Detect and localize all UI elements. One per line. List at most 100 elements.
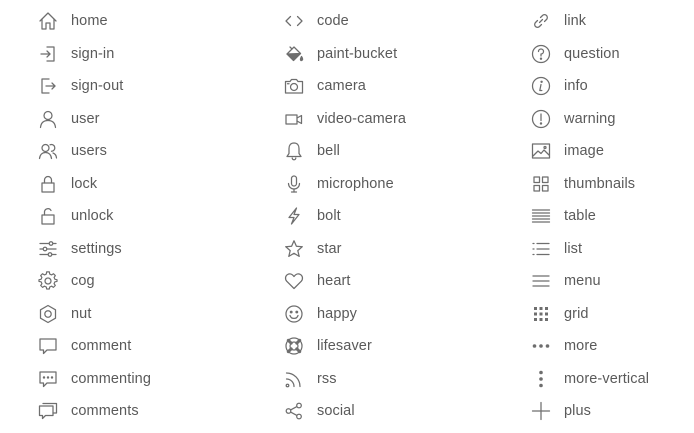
icon-item-comment[interactable]: comment <box>37 330 277 363</box>
icon-label: sign-in <box>71 45 115 62</box>
icon-item-camera[interactable]: camera <box>283 70 523 103</box>
icon-item-sign-out[interactable]: sign-out <box>37 70 277 103</box>
icon-label: heart <box>317 273 351 290</box>
icon-item-home[interactable]: home <box>37 5 277 38</box>
icon-item-image[interactable]: image <box>530 135 694 168</box>
icon-item-bolt[interactable]: bolt <box>283 200 523 233</box>
icon-item-user[interactable]: user <box>37 103 277 136</box>
icon-item-happy[interactable]: happy <box>283 298 523 331</box>
icon-label: warning <box>564 110 616 127</box>
heart-icon <box>283 270 305 292</box>
question-icon <box>530 43 552 65</box>
icon-item-code[interactable]: code <box>283 5 523 38</box>
icon-item-grid[interactable]: grid <box>530 298 694 331</box>
comments-icon <box>37 400 59 422</box>
camera-icon <box>283 75 305 97</box>
icon-item-warning[interactable]: warning <box>530 103 694 136</box>
icon-item-more-vertical[interactable]: more-vertical <box>530 363 694 396</box>
commenting-icon <box>37 368 59 390</box>
icon-item-unlock[interactable]: unlock <box>37 200 277 233</box>
icon-label: comment <box>71 338 132 355</box>
icon-item-lifesaver[interactable]: lifesaver <box>283 330 523 363</box>
icon-label: cog <box>71 273 95 290</box>
grid-icon <box>530 303 552 325</box>
list-icon <box>530 238 552 260</box>
icon-item-social[interactable]: social <box>283 395 523 428</box>
lock-icon <box>37 173 59 195</box>
icon-label: sign-out <box>71 78 124 95</box>
icon-grid: home sign-in sign-out user users lock un… <box>0 0 694 433</box>
comment-icon <box>37 335 59 357</box>
info-icon <box>530 75 552 97</box>
icon-item-microphone[interactable]: microphone <box>283 168 523 201</box>
unlock-icon <box>37 205 59 227</box>
users-icon <box>37 140 59 162</box>
icon-item-bell[interactable]: bell <box>283 135 523 168</box>
table-icon <box>530 205 552 227</box>
icon-item-comments[interactable]: comments <box>37 395 277 428</box>
link-icon <box>530 10 552 32</box>
warning-icon <box>530 108 552 130</box>
icon-label: bolt <box>317 208 341 225</box>
icon-label: lock <box>71 175 98 192</box>
icon-label: menu <box>564 273 601 290</box>
icon-label: bell <box>317 143 340 160</box>
sign-in-icon <box>37 43 59 65</box>
icon-item-question[interactable]: question <box>530 38 694 71</box>
icon-label: star <box>317 240 342 257</box>
icon-item-sign-in[interactable]: sign-in <box>37 38 277 71</box>
more-icon <box>530 335 552 357</box>
icon-item-rss[interactable]: rss <box>283 363 523 396</box>
settings-icon <box>37 238 59 260</box>
icon-item-list[interactable]: list <box>530 233 694 266</box>
icon-item-menu[interactable]: menu <box>530 265 694 298</box>
icon-item-heart[interactable]: heart <box>283 265 523 298</box>
icon-label: grid <box>564 305 589 322</box>
icon-item-table[interactable]: table <box>530 200 694 233</box>
icon-item-settings[interactable]: settings <box>37 233 277 266</box>
icon-item-cog[interactable]: cog <box>37 265 277 298</box>
lifesaver-icon <box>283 335 305 357</box>
more-vertical-icon <box>530 368 552 390</box>
icon-label: users <box>71 143 107 160</box>
star-icon <box>283 238 305 260</box>
icon-label: link <box>564 13 587 30</box>
icon-label: microphone <box>317 175 394 192</box>
icon-item-nut[interactable]: nut <box>37 298 277 331</box>
code-icon <box>283 10 305 32</box>
menu-icon <box>530 270 552 292</box>
icon-item-plus[interactable]: plus <box>530 395 694 428</box>
icon-item-more[interactable]: more <box>530 330 694 363</box>
bolt-icon <box>283 205 305 227</box>
icon-item-thumbnails[interactable]: thumbnails <box>530 168 694 201</box>
icon-label: social <box>317 403 355 420</box>
icon-column-3: link question info warning image thumbna… <box>530 5 694 428</box>
icon-label: list <box>564 240 583 257</box>
icon-label: home <box>71 13 108 30</box>
social-icon <box>283 400 305 422</box>
icon-column-1: home sign-in sign-out user users lock un… <box>37 5 277 428</box>
video-camera-icon <box>283 108 305 130</box>
icon-label: thumbnails <box>564 175 636 192</box>
icon-item-star[interactable]: star <box>283 233 523 266</box>
cog-icon <box>37 270 59 292</box>
icon-item-commenting[interactable]: commenting <box>37 363 277 396</box>
icon-label: commenting <box>71 370 151 387</box>
icon-label: more <box>564 338 598 355</box>
icon-item-paint-bucket[interactable]: paint-bucket <box>283 38 523 71</box>
happy-icon <box>283 303 305 325</box>
sign-out-icon <box>37 75 59 97</box>
icon-item-lock[interactable]: lock <box>37 168 277 201</box>
icon-label: camera <box>317 78 366 95</box>
icon-item-info[interactable]: info <box>530 70 694 103</box>
microphone-icon <box>283 173 305 195</box>
icon-label: more-vertical <box>564 370 650 387</box>
icon-label: video-camera <box>317 110 407 127</box>
icon-item-users[interactable]: users <box>37 135 277 168</box>
icon-label: paint-bucket <box>317 45 398 62</box>
icon-item-link[interactable]: link <box>530 5 694 38</box>
icon-item-video-camera[interactable]: video-camera <box>283 103 523 136</box>
icon-label: nut <box>71 305 92 322</box>
icon-label: unlock <box>71 208 114 225</box>
icon-label: comments <box>71 403 139 420</box>
